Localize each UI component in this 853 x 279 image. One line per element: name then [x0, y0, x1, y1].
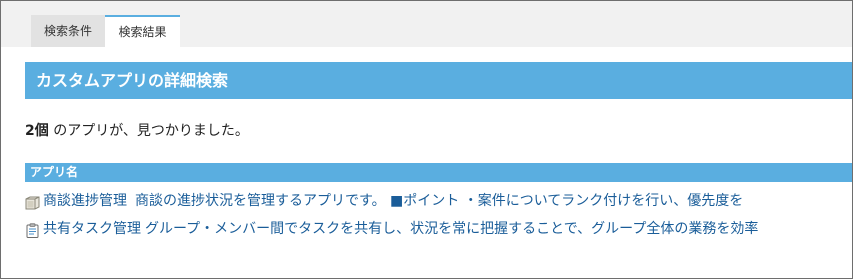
results-table: 商談進捗管理 商談の進捗状況を管理するアプリです。 ■ポイント ・案件についてラ…: [25, 182, 852, 241]
table-row: 共有タスク管理 グループ・メンバー間でタスクを共有し、状況を常に把握することで、…: [25, 217, 852, 241]
result-message: のアプリが、見つかりました。: [48, 123, 249, 139]
tab-search-results[interactable]: 検索結果: [105, 15, 180, 47]
app-description: 商談の進捗状況を管理するアプリです。 ■ポイント ・案件についてランク付けを行い…: [135, 193, 744, 209]
result-count-message: 2個 のアプリが、見つかりました。: [25, 120, 249, 140]
app-description: グループ・メンバー間でタスクを共有し、状況を常に把握することで、グループ全体の業…: [145, 221, 759, 237]
page-title: カスタムアプリの詳細検索: [25, 62, 852, 99]
tab-search-conditions[interactable]: 検索条件: [31, 15, 105, 47]
app-link-deal-progress[interactable]: 商談進捗管理: [43, 189, 127, 213]
app-window: 検索条件 検索結果 カスタムアプリの詳細検索 2個 のアプリが、見つかりました。…: [0, 0, 853, 279]
clipboard-app-icon: [25, 222, 40, 238]
table-row: 商談進捗管理 商談の進捗状況を管理するアプリです。 ■ポイント ・案件についてラ…: [25, 189, 852, 213]
tab-bar: 検索条件 検索結果: [1, 1, 852, 47]
column-header-app-name: アプリ名: [25, 163, 852, 182]
result-count: 2個: [25, 123, 49, 139]
app-link-shared-task[interactable]: 共有タスク管理: [43, 217, 141, 241]
folder-app-icon: [25, 194, 40, 209]
